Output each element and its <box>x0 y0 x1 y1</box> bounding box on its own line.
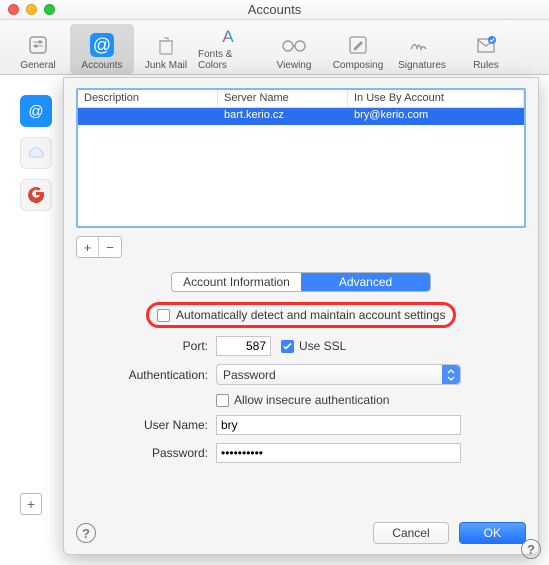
glasses-icon <box>281 32 307 58</box>
col-servername[interactable]: Server Name <box>218 90 348 107</box>
toolbar-label: Composing <box>333 60 384 71</box>
username-input[interactable] <box>216 415 461 435</box>
chevron-updown-icon <box>442 365 460 384</box>
table-header: Description Server Name In Use By Accoun… <box>78 90 524 108</box>
use-ssl-checkbox[interactable] <box>281 340 294 353</box>
autodetect-row: Automatically detect and maintain accoun… <box>146 302 456 328</box>
autodetect-checkbox[interactable] <box>157 309 170 322</box>
port-input[interactable] <box>216 336 271 356</box>
ok-button[interactable]: OK <box>459 522 526 544</box>
toolbar-rules[interactable]: Rules <box>454 24 518 74</box>
password-input[interactable] <box>216 443 461 463</box>
table-row[interactable]: bart.kerio.cz bry@kerio.com <box>78 108 524 125</box>
svg-text:@: @ <box>28 103 43 120</box>
rules-icon <box>475 32 497 58</box>
help-button[interactable]: ? <box>76 523 96 543</box>
svg-text:A: A <box>222 27 234 46</box>
add-remove-control: + − <box>76 236 122 258</box>
toolbar-label: Rules <box>473 60 499 71</box>
account-list: @ + <box>16 95 62 515</box>
svg-text:@: @ <box>93 35 111 55</box>
fonts-icon: A <box>218 24 242 47</box>
account-item-icloud[interactable] <box>20 137 52 169</box>
toolbar-fontscolors[interactable]: A Fonts & Colors <box>198 24 262 74</box>
toolbar-junkmail[interactable]: Junk Mail <box>134 24 198 74</box>
toolbar-label: Viewing <box>277 60 312 71</box>
cell-inuse: bry@kerio.com <box>348 108 524 125</box>
col-inuse[interactable]: In Use By Account <box>348 90 524 107</box>
cell-servername: bart.kerio.cz <box>218 108 348 125</box>
signature-icon <box>409 32 435 58</box>
window-help-button[interactable]: ? <box>521 539 541 559</box>
autodetect-label: Automatically detect and maintain accoun… <box>176 308 445 322</box>
allow-insecure-label: Allow insecure authentication <box>234 393 389 407</box>
add-server-button[interactable]: + <box>77 237 99 257</box>
at-icon: @ <box>89 32 115 58</box>
slider-icon <box>27 32 49 58</box>
tab-advanced[interactable]: Advanced <box>301 273 430 291</box>
authentication-value: Password <box>223 368 276 382</box>
cancel-button[interactable]: Cancel <box>373 522 448 544</box>
tab-group: Account Information Advanced <box>171 272 431 292</box>
account-item-google[interactable] <box>20 179 52 211</box>
toolbar-label: General <box>20 60 56 71</box>
add-account-button[interactable]: + <box>20 493 42 515</box>
toolbar-label: Fonts & Colors <box>198 49 262 71</box>
compose-icon <box>347 32 369 58</box>
toolbar-accounts[interactable]: @ Accounts <box>70 24 134 74</box>
toolbar-label: Accounts <box>81 60 122 71</box>
tab-account-information[interactable]: Account Information <box>172 273 301 291</box>
username-label: User Name: <box>76 418 216 432</box>
window-title: Accounts <box>0 2 549 17</box>
port-label: Port: <box>76 339 216 353</box>
toolbar-general[interactable]: General <box>6 24 70 74</box>
trash-icon <box>155 32 177 58</box>
password-label: Password: <box>76 446 216 460</box>
toolbar-signatures[interactable]: Signatures <box>390 24 454 74</box>
toolbar-label: Junk Mail <box>145 60 187 71</box>
use-ssl-label: Use SSL <box>299 339 346 353</box>
cell-description <box>78 108 218 125</box>
allow-insecure-checkbox[interactable] <box>216 394 229 407</box>
server-settings-sheet: Description Server Name In Use By Accoun… <box>63 77 539 555</box>
toolbar-composing[interactable]: Composing <box>326 24 390 74</box>
remove-server-button[interactable]: − <box>99 237 121 257</box>
col-description[interactable]: Description <box>78 90 218 107</box>
toolbar-viewing[interactable]: Viewing <box>262 24 326 74</box>
account-item-kerio[interactable]: @ <box>20 95 52 127</box>
preferences-toolbar: General @ Accounts Junk Mail A Fonts & C… <box>0 20 549 75</box>
server-table[interactable]: Description Server Name In Use By Accoun… <box>76 88 526 228</box>
authentication-select[interactable]: Password <box>216 364 461 385</box>
titlebar: Accounts <box>0 0 549 20</box>
authentication-label: Authentication: <box>76 368 216 382</box>
toolbar-label: Signatures <box>398 60 446 71</box>
